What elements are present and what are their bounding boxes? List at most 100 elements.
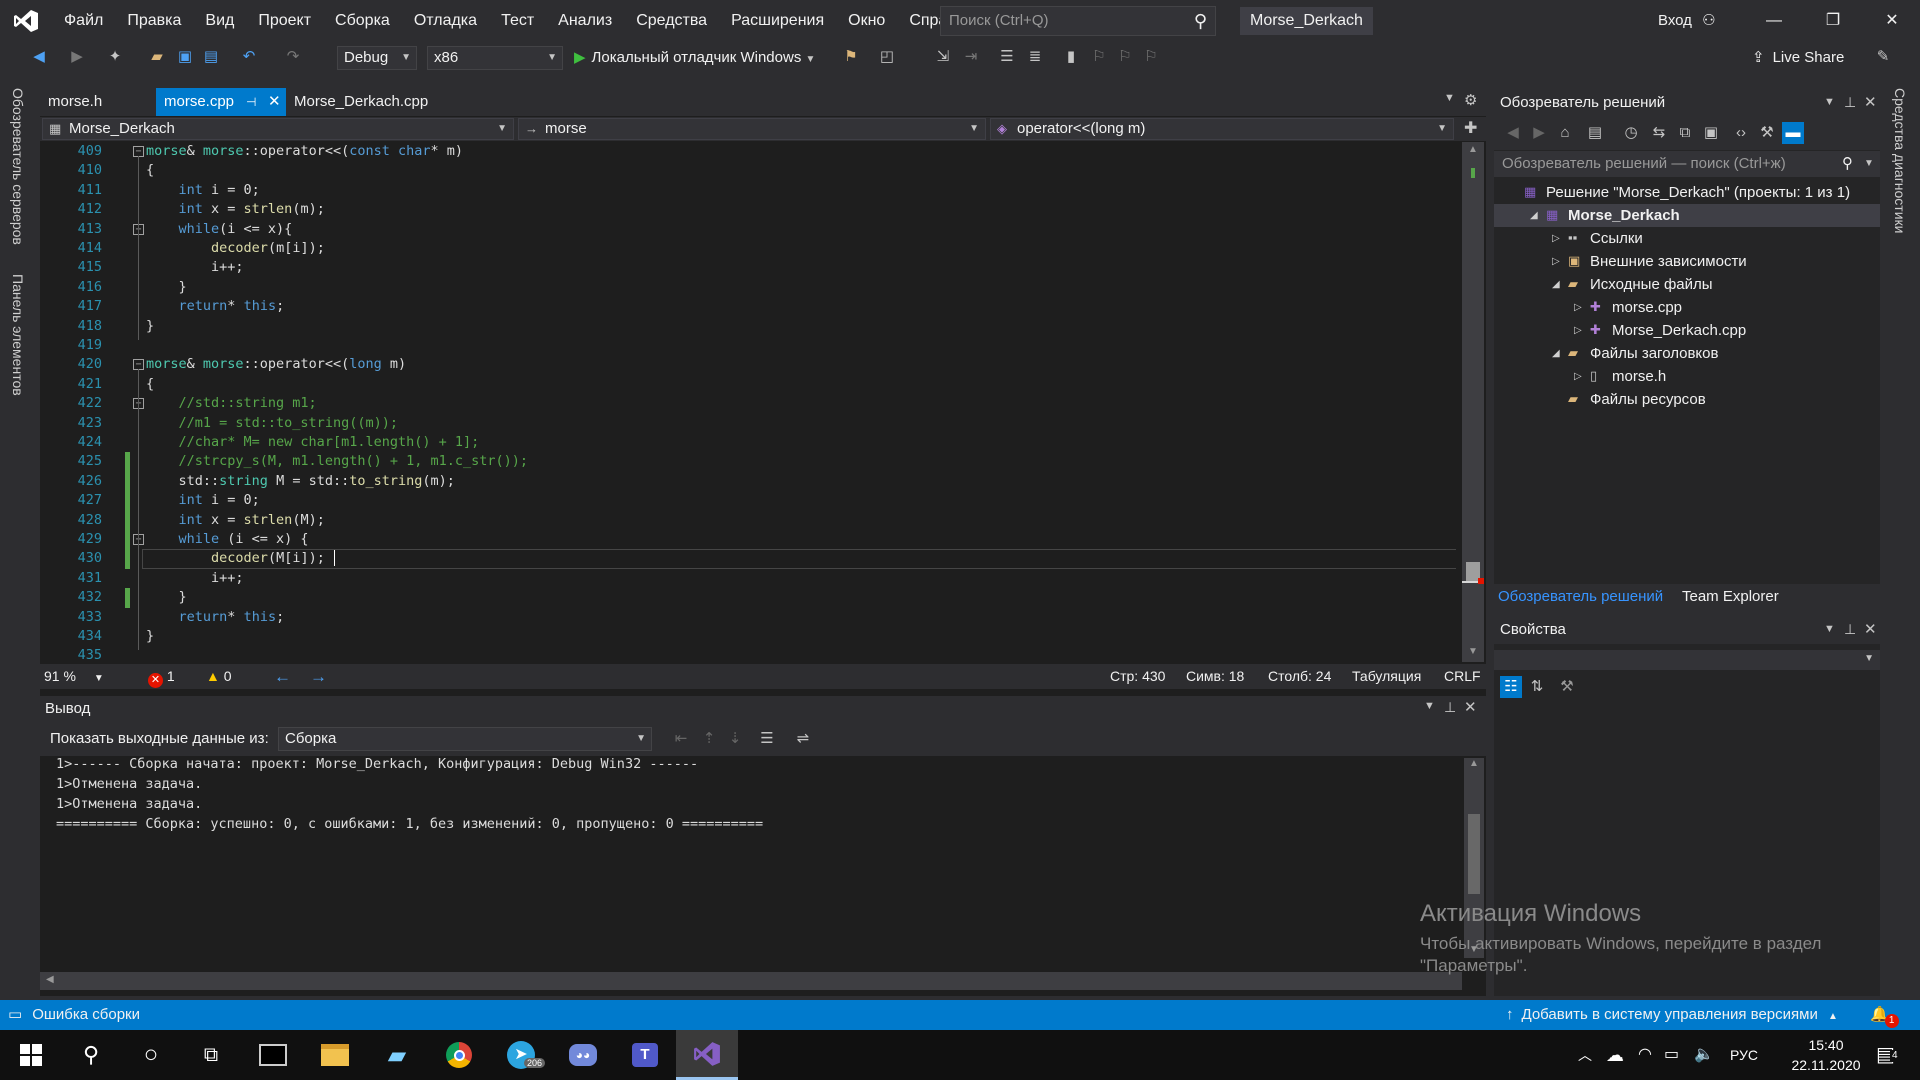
chevron-down-icon[interactable]: ▼ <box>1824 96 1835 108</box>
prev-issue-icon[interactable]: ← <box>274 664 291 689</box>
code-line[interactable]: 432 } <box>46 588 1456 608</box>
visual-studio-taskbar-icon[interactable] <box>676 1030 738 1080</box>
collapse-all-icon[interactable]: ⧉ <box>1674 122 1696 144</box>
code-line[interactable]: 415 i++; <box>46 258 1456 277</box>
code-line[interactable]: 430 decoder(M[i]); <box>46 549 1456 569</box>
code-line[interactable]: 429− while (i <= x) { <box>46 530 1456 550</box>
browse-icon[interactable]: ◰ <box>876 46 898 68</box>
tree-item[interactable]: ▰ Файлы ресурсов <box>1494 388 1880 411</box>
cortana-icon[interactable]: ○ <box>120 1030 182 1080</box>
code-line[interactable]: 425 //strcpy_s(M, m1.length() + 1, m1.c_… <box>46 452 1456 472</box>
file-explorer-icon[interactable] <box>304 1030 366 1080</box>
collapse-arrow-icon[interactable]: ◢ <box>1552 342 1560 365</box>
show-all-files-icon[interactable]: ▣ <box>1700 122 1722 144</box>
task-view-icon[interactable]: ⧉ <box>180 1030 242 1080</box>
tree-item[interactable]: ▷ ▯ morse.h <box>1494 365 1880 388</box>
scroll-up-icon[interactable]: ▲ <box>1468 144 1478 155</box>
switch-views-icon[interactable]: ▤ <box>1584 122 1606 144</box>
warning-count[interactable]: ▲ 0 <box>206 664 232 689</box>
next-message-icon[interactable]: ⇣ <box>724 728 746 750</box>
prev-bookmark-icon[interactable]: ⚐ <box>1088 46 1110 68</box>
notifications-button[interactable]: 🔔1 <box>1870 1000 1899 1030</box>
start-windows-icon[interactable] <box>0 1030 62 1080</box>
preview-selected-icon[interactable]: ▬ <box>1782 122 1804 144</box>
expand-arrow-icon[interactable]: ▷ <box>1552 250 1560 273</box>
code-line[interactable]: 435 <box>46 646 1456 662</box>
diagnostic-tools-tab[interactable]: Средства диагностики <box>1892 88 1908 234</box>
step-over-icon[interactable]: ⇥ <box>960 46 982 68</box>
code-line[interactable]: 426 std::string M = std::to_string(m); <box>46 471 1456 492</box>
menu-item[interactable]: Окно <box>836 0 897 42</box>
properties-object-select[interactable]: ▼ <box>1494 650 1880 670</box>
new-project-icon[interactable]: ✦ <box>104 46 126 68</box>
code-line[interactable]: 412 int x = strlen(m); <box>46 200 1456 219</box>
scroll-up-icon[interactable]: ▲ <box>1469 758 1479 769</box>
menu-item[interactable]: Отладка <box>402 0 489 42</box>
visual-studio-logo-icon[interactable] <box>0 0 52 42</box>
chevron-down-icon[interactable]: ▼ <box>1424 700 1435 712</box>
tab-list-chevron-icon[interactable]: ▼ <box>1444 92 1455 104</box>
discord-icon[interactable]: ◕◕ <box>552 1030 614 1080</box>
tree-item[interactable]: ▷ ▪▪ Ссылки <box>1494 227 1880 250</box>
outdent-icon[interactable]: ☰ <box>996 46 1018 68</box>
error-count[interactable]: ✕ 1 <box>148 664 175 689</box>
code-line[interactable]: 413− while(i <= x){ <box>46 220 1456 239</box>
toolbox-tab[interactable]: Панель элементов <box>10 274 26 396</box>
notepad-icon[interactable]: ▰ <box>366 1030 428 1080</box>
next-issue-icon[interactable]: → <box>310 664 327 689</box>
code-line[interactable]: 414 decoder(m[i]); <box>46 239 1456 258</box>
minimize-button[interactable]: — <box>1746 0 1802 42</box>
tab-morse-h[interactable]: morse.h <box>40 88 152 116</box>
teams-icon[interactable]: T <box>614 1030 676 1080</box>
search-input[interactable]: Поиск (Ctrl+Q) ⚲ <box>940 6 1216 36</box>
code-line[interactable]: 434} <box>46 627 1456 646</box>
clear-bookmarks-icon[interactable]: ⚐ <box>1140 46 1162 68</box>
code-line[interactable]: 416 } <box>46 278 1456 297</box>
code-editor[interactable]: 409− morse& morse::operator<<(const char*… <box>46 142 1456 662</box>
view-code-icon[interactable]: ‹› <box>1730 122 1752 144</box>
forward-icon[interactable]: ▶ <box>1528 122 1550 144</box>
clear-all-icon[interactable]: ☰ <box>756 728 778 750</box>
signin-button[interactable]: Вход ⚇ <box>1658 0 1716 42</box>
back-icon[interactable]: ◀ <box>28 46 50 68</box>
bookmark-icon[interactable]: ▮ <box>1060 46 1082 68</box>
code-line[interactable]: 433 return* this; <box>46 608 1456 627</box>
tab-morse-cpp[interactable]: morse.cpp ⊣ ✕ <box>156 88 286 116</box>
split-editor-icon[interactable]: ✚ <box>1464 118 1477 138</box>
tree-item[interactable]: ▷ ✚ Morse_Derkach.cpp <box>1494 319 1880 342</box>
menu-item[interactable]: Проект <box>246 0 323 42</box>
battery-icon[interactable]: ▭ <box>1664 1030 1679 1080</box>
code-line[interactable]: 411 int i = 0; <box>46 181 1456 200</box>
expand-arrow-icon[interactable]: ▷ <box>1574 365 1582 388</box>
tree-item[interactable]: ◢ ▰ Исходные файлы <box>1494 273 1880 296</box>
close-icon[interactable]: ✕ <box>268 88 281 116</box>
tree-item[interactable]: ◢ ▰ Файлы заголовков <box>1494 342 1880 365</box>
undo-icon[interactable]: ↶ <box>238 46 260 68</box>
wifi-icon[interactable]: ◠ <box>1638 1030 1652 1080</box>
expand-arrow-icon[interactable]: ▷ <box>1574 296 1582 319</box>
menu-item[interactable]: Вид <box>193 0 246 42</box>
open-folder-icon[interactable]: ▰ <box>146 46 168 68</box>
forward-icon[interactable]: ▶ <box>66 46 88 68</box>
tree-item[interactable]: ◢ ▦ Morse_Derkach <box>1494 204 1880 227</box>
start-debugging-button[interactable]: ▶ Локальный отладчик Windows ▼ <box>574 46 815 70</box>
code-line[interactable]: 418} <box>46 317 1456 336</box>
line-ending[interactable]: CRLF <box>1444 664 1481 689</box>
tray-chevron-up-icon[interactable]: ︿ <box>1578 1030 1592 1080</box>
code-line[interactable]: 428 int x = strlen(M); <box>46 510 1456 530</box>
prev-message-icon[interactable]: ⇡ <box>698 728 720 750</box>
tab-solution-explorer[interactable]: Обозреватель решений <box>1498 584 1663 610</box>
configuration-select[interactable]: Debug ▼ <box>337 46 417 70</box>
save-icon[interactable]: ▣ <box>174 46 196 68</box>
project-dropdown[interactable]: ▦ Morse_Derkach ▼ <box>42 118 514 140</box>
code-line[interactable]: 431 i++; <box>46 569 1456 588</box>
menu-item[interactable]: Сборка <box>323 0 402 42</box>
collapse-arrow-icon[interactable]: ◢ <box>1530 204 1538 227</box>
redo-icon[interactable]: ↷ <box>282 46 304 68</box>
pin-icon[interactable]: ⊥ <box>1444 699 1456 716</box>
language-indicator[interactable]: РУС <box>1730 1030 1758 1080</box>
tree-item[interactable]: ▦ Решение "Morse_Derkach" (проекты: 1 из … <box>1494 181 1880 204</box>
code-line[interactable]: 421 { <box>46 375 1456 394</box>
zoom-select[interactable]: 91 % ▼ <box>44 664 104 691</box>
code-line[interactable]: 420− morse& morse::operator<<(long m) <box>46 355 1456 374</box>
